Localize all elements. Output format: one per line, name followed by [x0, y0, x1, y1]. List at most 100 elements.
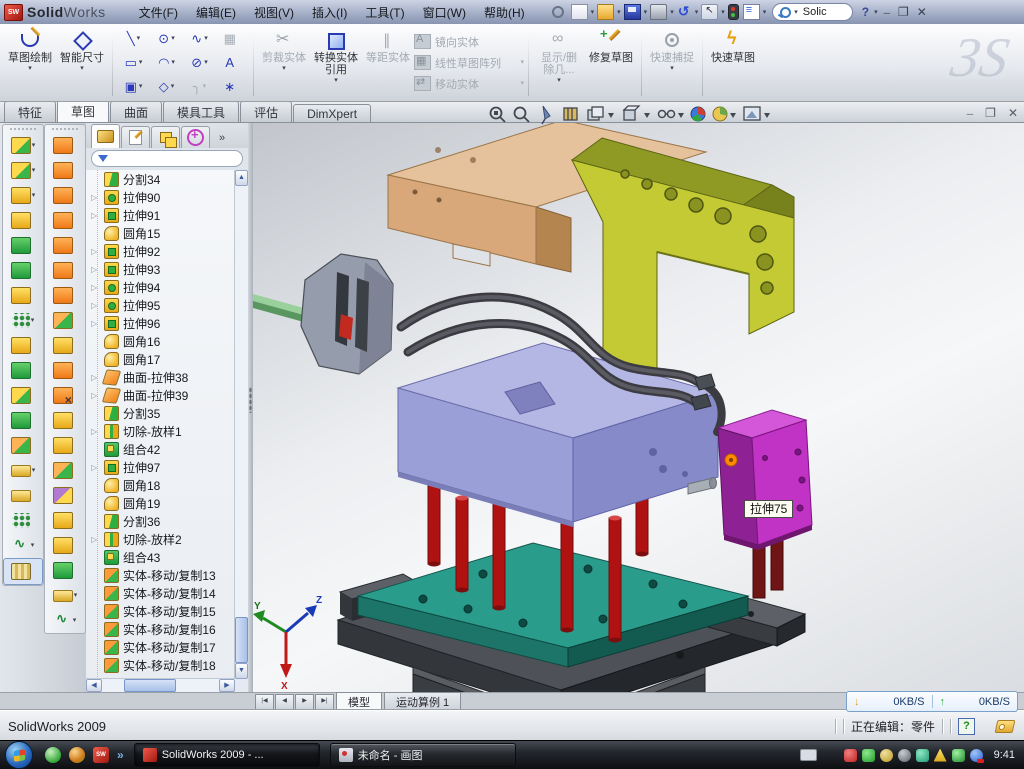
- convert-entities-button[interactable]: 转换实体引用: [310, 24, 362, 101]
- tree-item[interactable]: 实体-移动/复制16: [86, 620, 235, 638]
- ribbon-tab[interactable]: 特征: [4, 101, 56, 122]
- save-dropdown[interactable]: [644, 9, 648, 16]
- surface-tool-button[interactable]: [45, 158, 85, 183]
- tag-icon[interactable]: [995, 720, 1016, 733]
- stack-row-button[interactable]: 镜向实体: [414, 33, 524, 51]
- messenger-icon[interactable]: [970, 749, 983, 762]
- entity-dropdown[interactable]: [171, 83, 175, 90]
- tree-item[interactable]: 实体-移动/复制14: [86, 584, 235, 602]
- surface-tool-button[interactable]: [45, 483, 85, 508]
- search-dropdown[interactable]: [794, 9, 798, 16]
- menu-item[interactable]: 视图(V): [245, 1, 303, 24]
- smart-dimension-dropdown[interactable]: [80, 65, 84, 72]
- motion-study-tab[interactable]: 运动算例 1: [384, 692, 461, 711]
- new-document-icon[interactable]: [571, 4, 588, 20]
- tree-item[interactable]: 拉伸90: [86, 188, 235, 206]
- part-extrude75-block[interactable]: [718, 410, 812, 550]
- tree-item[interactable]: 实体-移动/复制15: [86, 602, 235, 620]
- text-icon[interactable]: A: [216, 51, 249, 75]
- part-clamp-block[interactable]: [301, 254, 393, 374]
- tree-item[interactable]: 分割36: [86, 512, 235, 530]
- surface-tool-button[interactable]: [45, 408, 85, 433]
- feature-tool-button[interactable]: [3, 158, 43, 183]
- expand-arrow-icon[interactable]: [91, 373, 100, 382]
- tree-item[interactable]: 拉伸92: [86, 242, 235, 260]
- relations-dropdown[interactable]: [557, 77, 561, 84]
- games-launch-icon[interactable]: [69, 747, 85, 763]
- expand-arrow-icon[interactable]: [91, 427, 100, 436]
- surface-tool-button[interactable]: [45, 458, 85, 483]
- polygon-icon[interactable]: ◇: [150, 75, 183, 99]
- ribbon-tab[interactable]: DimXpert: [293, 104, 371, 122]
- rebuild-icon[interactable]: [728, 4, 739, 20]
- dimxpertmanager-tab[interactable]: [181, 126, 210, 148]
- select-dropdown[interactable]: [721, 9, 725, 16]
- options-icon[interactable]: [743, 4, 760, 20]
- rectangle-icon[interactable]: ▭: [117, 51, 150, 75]
- tool-dropdown[interactable]: [32, 192, 36, 199]
- section-view-icon[interactable]: [542, 106, 550, 124]
- surface-tool-button[interactable]: [45, 233, 85, 258]
- tool-dropdown[interactable]: [74, 592, 78, 599]
- feature-tool-button[interactable]: [3, 333, 43, 358]
- scroll-up-button[interactable]: [235, 170, 248, 186]
- tree-item[interactable]: 圆角16: [86, 332, 235, 350]
- surface-tool-button[interactable]: [45, 533, 85, 558]
- volume-icon[interactable]: [898, 749, 911, 762]
- scroll-down-button[interactable]: [235, 663, 248, 679]
- stack-row-dropdown[interactable]: [520, 59, 524, 66]
- surface-tool-button[interactable]: [45, 183, 85, 208]
- doc-close-button[interactable]: [1008, 106, 1018, 120]
- expand-arrow-icon[interactable]: [91, 211, 100, 220]
- tree-item[interactable]: 拉伸95: [86, 296, 235, 314]
- trim-entities-button[interactable]: 剪裁实体: [258, 24, 310, 101]
- ribbon-tab[interactable]: 评估: [240, 101, 292, 122]
- print-icon[interactable]: [650, 4, 667, 20]
- expand-arrow-icon[interactable]: [91, 193, 100, 202]
- expand-arrow-icon[interactable]: [91, 265, 100, 274]
- feature-tool-button[interactable]: [3, 408, 43, 433]
- spline-icon[interactable]: ∿: [183, 27, 216, 51]
- feature-tool-button[interactable]: [3, 133, 43, 158]
- view-settings-icon[interactable]: [659, 111, 685, 119]
- quick-snaps-button[interactable]: 快速捕捉: [646, 24, 698, 101]
- stack-row-button[interactable]: 移动实体: [414, 75, 524, 93]
- tool-dropdown[interactable]: [73, 617, 77, 624]
- tree-filter-input[interactable]: [91, 150, 243, 167]
- panel-overflow-chevron-icon[interactable]: [219, 132, 225, 148]
- arc-icon[interactable]: ◠: [150, 51, 183, 75]
- tree-item[interactable]: 组合43: [86, 548, 235, 566]
- tool-dropdown[interactable]: [31, 317, 35, 324]
- feature-tool-button[interactable]: [3, 258, 43, 283]
- tree-item[interactable]: 切除-放样2: [86, 530, 235, 548]
- tree-item[interactable]: 拉伸96: [86, 314, 235, 332]
- feature-tool-button[interactable]: [3, 483, 43, 508]
- expand-arrow-icon[interactable]: [91, 535, 100, 544]
- tree-item[interactable]: 圆角19: [86, 494, 235, 512]
- expand-arrow-icon[interactable]: [91, 283, 100, 292]
- tree-horizontal-scrollbar[interactable]: [86, 678, 235, 692]
- point-icon[interactable]: ∗: [216, 75, 249, 99]
- save-icon[interactable]: [624, 4, 641, 20]
- last-tab-button[interactable]: [315, 694, 334, 710]
- tree-item[interactable]: 分割35: [86, 404, 235, 422]
- display-delete-relations-button[interactable]: 显示/删除几...: [533, 24, 585, 101]
- slot-icon[interactable]: ▣: [117, 75, 150, 99]
- new-dropdown[interactable]: [591, 9, 595, 16]
- part-red-insert[interactable]: [339, 314, 353, 340]
- entity-dropdown[interactable]: [204, 59, 208, 66]
- quick-launch-chevron-icon[interactable]: [117, 748, 124, 762]
- tree-item[interactable]: 组合42: [86, 440, 235, 458]
- zoom-area-icon[interactable]: [515, 108, 530, 123]
- horizontal-scroll-thumb[interactable]: [124, 679, 176, 692]
- surface-tool-button[interactable]: [45, 433, 85, 458]
- feature-tool-button[interactable]: [3, 508, 43, 533]
- input-method-icon[interactable]: [800, 749, 817, 761]
- expand-arrow-icon[interactable]: [91, 247, 100, 256]
- featuremanager-tab[interactable]: [91, 124, 120, 148]
- display-style-icon[interactable]: [588, 107, 614, 120]
- entity-dropdown[interactable]: [171, 35, 175, 42]
- ellipse-icon[interactable]: ⊘: [183, 51, 216, 75]
- tool-dropdown[interactable]: [32, 142, 36, 149]
- tree-item[interactable]: 曲面-拉伸39: [86, 386, 235, 404]
